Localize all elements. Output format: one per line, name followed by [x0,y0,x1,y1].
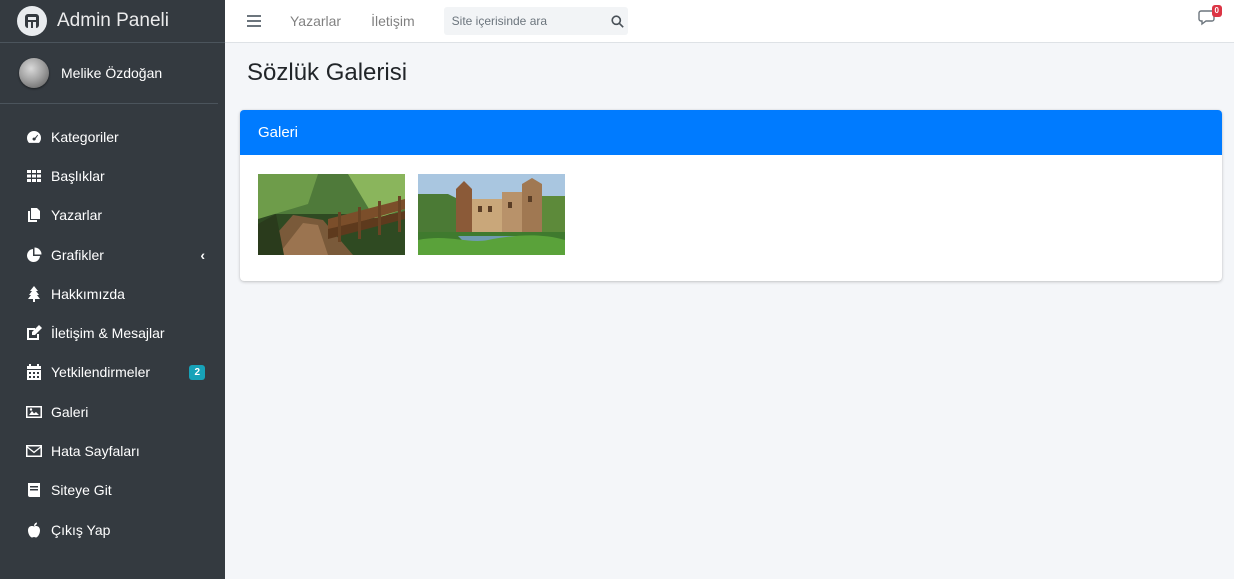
sidebar-item-label: Siteye Git [51,482,112,499]
menu-toggle-icon[interactable] [247,15,261,27]
search-input[interactable] [443,7,607,35]
sidebar-item-label: Grafikler [51,246,104,263]
brand-link[interactable]: Admin Paneli [0,0,225,43]
chart-pie-icon [25,246,42,263]
gallery-image-village[interactable] [418,174,565,255]
avatar [19,58,49,88]
sidebar-item-yazarlar[interactable]: Yazarlar [0,196,225,235]
envelope-icon [25,443,42,460]
tree-icon [25,285,42,302]
nav-link-iletisim[interactable]: İletişim [371,13,415,29]
count-badge: 2 [189,364,205,380]
gallery-image-forest-path[interactable] [258,174,405,255]
sidebar-item-label: Yazarlar [51,207,103,224]
calendar-icon [25,364,42,381]
sidebar-item-galeri[interactable]: Galeri [0,392,225,431]
search-form [443,7,628,35]
image-icon [25,403,42,420]
card-header: Galeri [240,110,1222,155]
top-navbar: Yazarlar İletişim 0 [225,0,1234,43]
brand-logo-icon [17,6,47,36]
sidebar-item-label: Kategoriler [51,128,119,145]
sidebar-item-hakkimizda[interactable]: Hakkımızda [0,274,225,313]
book-icon [25,482,42,499]
brand-text: Admin Paneli [57,10,169,31]
sidebar-item-cikis-yap[interactable]: Çıkış Yap [0,510,225,549]
sidebar-item-label: Galeri [51,403,89,420]
gallery-grid [258,174,565,255]
sidebar-item-label: İletişim & Mesajlar [51,325,165,342]
sidebar-item-hata-sayfalari[interactable]: Hata Sayfaları [0,431,225,470]
chevron-left-icon[interactable]: ‹ [200,247,205,263]
nav-link-yazarlar[interactable]: Yazarlar [290,13,341,29]
search-icon[interactable] [607,7,628,35]
sidebar-item-grafikler[interactable]: Grafikler ‹ [0,235,225,274]
sidebar-item-siteye-git[interactable]: Siteye Git [0,471,225,510]
messages-button[interactable]: 0 [1198,5,1222,28]
edit-icon [25,325,42,342]
copy-icon [25,207,42,224]
user-panel[interactable]: Melike Özdoğan [0,43,218,104]
page-title: Sözlük Galerisi [247,59,408,86]
sidebar-item-iletisim-mesajlar[interactable]: İletişim & Mesajlar [0,313,225,352]
gallery-card: Galeri [240,110,1222,281]
tachometer-icon [25,128,42,145]
messages-count-badge: 0 [1211,5,1222,17]
sidebar-nav: Kategoriler Başlıklar Yazarlar Grafikler… [0,117,225,549]
sidebar-item-kategoriler[interactable]: Kategoriler [0,117,225,156]
sidebar-item-yetkilendirmeler[interactable]: Yetkilendirmeler 2 [0,353,225,392]
apple-icon [25,521,42,538]
sidebar-item-label: Başlıklar [51,167,105,184]
sidebar-item-label: Hakkımızda [51,285,125,302]
sidebar-item-label: Çıkış Yap [51,521,111,538]
main-sidebar: Admin Paneli Melike Özdoğan Kategoriler … [0,0,225,579]
user-name[interactable]: Melike Özdoğan [61,65,162,81]
sidebar-item-basliklar[interactable]: Başlıklar [0,156,225,195]
sidebar-item-label: Hata Sayfaları [51,443,140,460]
sidebar-item-label: Yetkilendirmeler [51,364,151,381]
card-title: Galeri [258,124,299,141]
grid-icon [25,167,42,184]
